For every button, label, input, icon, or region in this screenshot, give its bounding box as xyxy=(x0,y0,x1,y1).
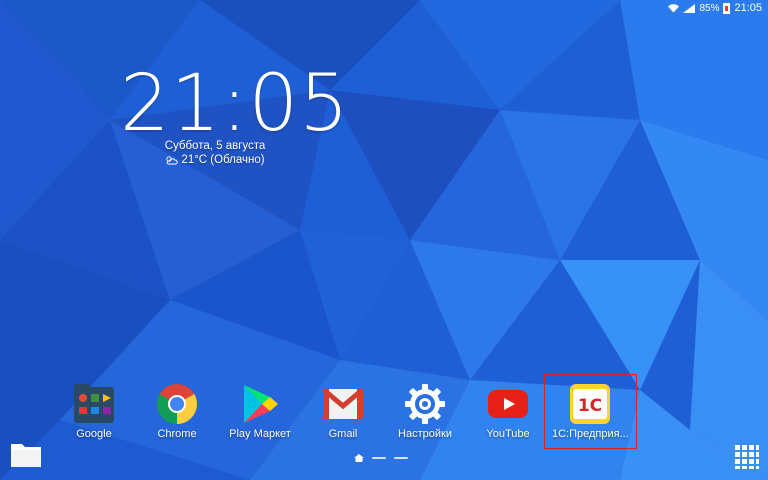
clock-time[interactable]: 21:05 xyxy=(120,62,349,146)
weather-text: 21°C (Облачно) xyxy=(181,154,265,166)
page-dot[interactable] xyxy=(394,457,408,459)
status-bar: 85% 21:05 xyxy=(668,0,768,16)
home-screen: 85% 21:05 21:05 Суббота, 5 августа 21°C … xyxy=(0,0,768,480)
play-store-icon xyxy=(238,382,282,426)
app-play-market[interactable]: Play Маркет xyxy=(222,382,298,440)
settings-gear-icon xyxy=(403,382,447,426)
selection-highlight xyxy=(544,374,637,449)
app-label: Google xyxy=(76,428,112,440)
battery-icon xyxy=(723,2,731,14)
google-folder-icon xyxy=(72,382,116,426)
app-chrome[interactable]: Chrome xyxy=(139,382,215,440)
page-dot[interactable] xyxy=(372,457,386,459)
clock-widget[interactable]: 21:05 Суббота, 5 августа 21°C (Облачно) xyxy=(120,62,349,166)
app-label: Настройки xyxy=(398,428,452,440)
gmail-icon xyxy=(321,382,365,426)
weather-row[interactable]: 21°C (Облачно) xyxy=(120,154,310,166)
app-google-folder[interactable]: Google xyxy=(56,382,132,440)
app-gmail[interactable]: Gmail xyxy=(305,382,381,440)
status-time: 21:05 xyxy=(734,2,762,14)
chrome-icon xyxy=(155,382,199,426)
cloud-sun-icon xyxy=(166,156,178,165)
app-label: Chrome xyxy=(157,428,197,440)
app-label: Play Маркет xyxy=(229,428,291,440)
home-page-icon[interactable] xyxy=(354,454,364,462)
app-settings[interactable]: Настройки xyxy=(387,382,463,440)
app-label: Gmail xyxy=(328,428,358,440)
battery-percent: 85% xyxy=(699,2,720,14)
page-indicator[interactable] xyxy=(354,454,408,462)
signal-icon xyxy=(683,3,696,13)
app-youtube[interactable]: YouTube xyxy=(470,382,546,440)
youtube-icon xyxy=(486,382,530,426)
wifi-icon xyxy=(668,3,680,12)
app-label: YouTube xyxy=(486,428,530,440)
apps-grid-icon[interactable] xyxy=(734,444,760,470)
folder-icon[interactable] xyxy=(10,440,42,468)
